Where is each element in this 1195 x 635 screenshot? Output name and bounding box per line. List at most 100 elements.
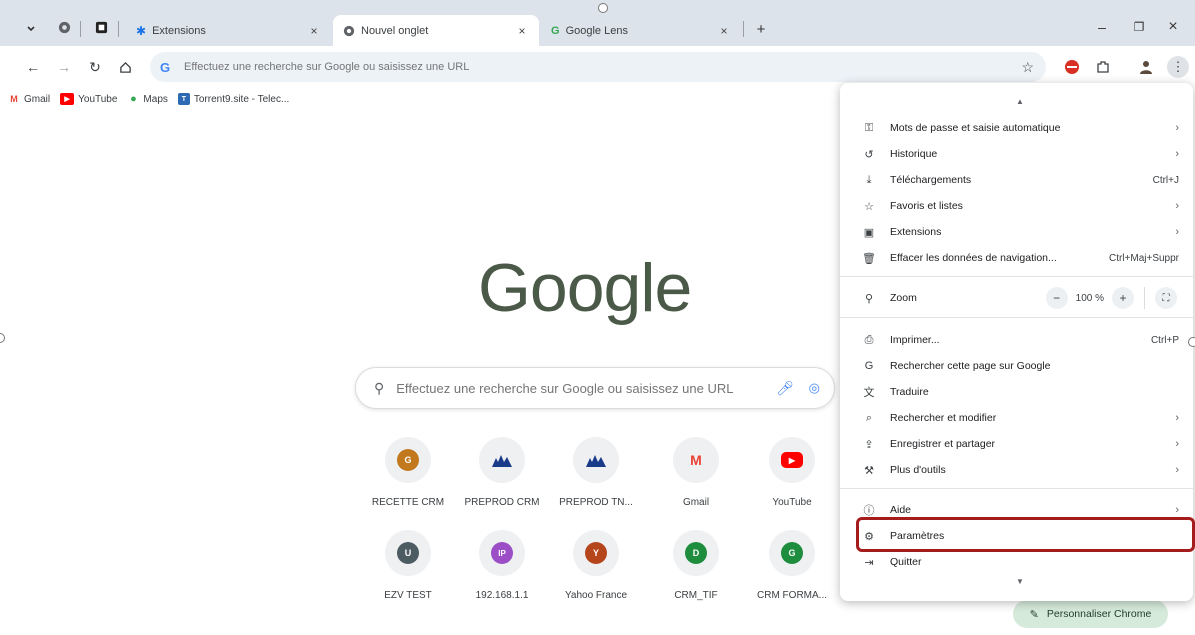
bookmark-torrent9[interactable]: T Torrent9.site - Telec... xyxy=(177,93,289,105)
tab-extensions[interactable]: ✱ Extensions × xyxy=(126,15,331,46)
avatar-icon xyxy=(1140,61,1152,74)
close-icon[interactable]: × xyxy=(307,24,321,38)
menu-item-more-tools[interactable]: ⚒ Plus d'outils › xyxy=(840,457,1193,483)
close-icon[interactable]: × xyxy=(515,24,529,38)
settings-highlight-box xyxy=(856,517,1195,552)
customize-chrome-button[interactable]: ✎ Personnaliser Chrome xyxy=(1013,600,1168,628)
google-logo: Google xyxy=(478,250,692,326)
shortcut-recette-crm[interactable]: G RECETTE CRM xyxy=(363,437,453,508)
menu-item-label: Favoris et listes xyxy=(890,200,963,212)
maximize-button[interactable]: ❐ xyxy=(1124,16,1154,38)
close-window-button[interactable]: × xyxy=(1158,16,1188,38)
shortcut-gmail[interactable]: M Gmail xyxy=(651,437,741,508)
shortcut-crm-tif[interactable]: D CRM_TIF xyxy=(651,530,741,601)
letter-d-icon: D xyxy=(685,542,707,564)
google-lens-icon: G xyxy=(551,24,560,37)
bookmark-youtube[interactable]: ▶ YouTube xyxy=(60,93,117,105)
puzzle-icon xyxy=(1097,61,1109,73)
home-button[interactable] xyxy=(114,56,136,78)
extension-adblock-button[interactable] xyxy=(1061,56,1083,78)
shortcut-icon-circle: IP xyxy=(479,530,525,576)
shortcut-icon-circle xyxy=(479,437,525,483)
shortcut-label: Gmail xyxy=(682,497,710,508)
shortcut-preprod-tn[interactable]: PREPROD TN... xyxy=(551,437,641,508)
menu-item-zoom: ⚲ Zoom − 100 % + ⛶ xyxy=(840,285,1193,311)
menu-item-find-edit[interactable]: ⌕ Rechercher et modifier › xyxy=(840,405,1193,431)
bookmark-star-icon[interactable]: ☆ xyxy=(1021,59,1034,76)
profile-button[interactable] xyxy=(1135,56,1157,78)
menu-item-downloads[interactable]: ⤓ Téléchargements Ctrl+J xyxy=(840,167,1193,193)
arrow-right-icon: → xyxy=(57,59,71,75)
zoom-in-button[interactable]: + xyxy=(1112,287,1134,309)
selection-handle xyxy=(598,3,608,13)
reload-button[interactable]: ↻ xyxy=(84,56,106,78)
home-icon xyxy=(119,61,131,73)
shortcut-youtube[interactable]: ▶ YouTube xyxy=(747,437,837,508)
menu-item-clear-data[interactable]: 🗑︎ Effacer les données de navigation... … xyxy=(840,245,1193,271)
google-search-box[interactable]: ⚲ 🎤︎ ◎ xyxy=(355,367,835,409)
forward-button[interactable]: → xyxy=(53,56,75,78)
menu-item-history[interactable]: ↺ Historique › xyxy=(840,141,1193,167)
zoom-out-button[interactable]: − xyxy=(1045,287,1068,309)
shortcut-yahoo-france[interactable]: Y Yahoo France xyxy=(551,530,641,601)
shortcut-label: Yahoo France xyxy=(564,590,628,601)
menu-item-passwords[interactable]: ⚿ Mots de passe et saisie automatique › xyxy=(840,115,1193,141)
letter-u-icon: U xyxy=(397,542,419,564)
fullscreen-icon: ⛶ xyxy=(1162,292,1170,304)
bookmark-label: Gmail xyxy=(24,93,51,105)
pinned-tab-chrome[interactable] xyxy=(55,18,73,36)
search-input[interactable] xyxy=(396,380,767,396)
shortcut-label: CRM_TIF xyxy=(674,590,718,601)
shortcut-192-168-1-1[interactable]: IP 192.168.1.1 xyxy=(457,530,547,601)
chevron-right-icon: › xyxy=(1175,412,1179,424)
microphone-icon[interactable]: 🎤︎ xyxy=(776,380,794,397)
google-g-icon: G xyxy=(160,59,171,75)
menu-item-extensions[interactable]: ▣ Extensions › xyxy=(840,219,1193,245)
history-icon: ↺ xyxy=(864,148,874,161)
close-icon[interactable]: × xyxy=(717,24,731,38)
letter-y-icon: Y xyxy=(585,542,607,564)
tab-title: Nouvel onglet xyxy=(361,24,429,37)
menu-item-bookmarks[interactable]: ☆ Favoris et listes › xyxy=(840,193,1193,219)
google-lens-icon[interactable]: ◎ xyxy=(809,380,820,396)
chevron-down-icon xyxy=(27,26,35,32)
menu-item-print[interactable]: ⎙ Imprimer... Ctrl+P xyxy=(840,327,1193,353)
maps-pin-icon: ● xyxy=(130,93,137,105)
shortcut-crm-forma[interactable]: G CRM FORMA... xyxy=(747,530,837,601)
chrome-menu-button[interactable]: ⋮ xyxy=(1167,56,1189,78)
new-tab-button[interactable]: + xyxy=(750,19,772,39)
bookmark-maps[interactable]: ● Maps xyxy=(127,93,168,105)
shortcut-preprod-crm[interactable]: PREPROD CRM xyxy=(457,437,547,508)
zoom-separator xyxy=(1144,287,1145,309)
shortcut-ezv-test[interactable]: U EZV TEST xyxy=(363,530,453,601)
url-input[interactable] xyxy=(184,61,964,73)
menu-item-translate[interactable]: 文 Traduire xyxy=(840,379,1193,405)
trash-icon: 🗑︎ xyxy=(862,252,876,265)
shortcut-label: PREPROD TN... xyxy=(559,497,633,508)
extensions-button[interactable] xyxy=(1092,56,1114,78)
tab-new-tab[interactable]: Nouvel onglet × xyxy=(333,15,539,46)
shortcut-icon-circle: Y xyxy=(573,530,619,576)
bookmark-gmail[interactable]: M Gmail xyxy=(8,93,50,105)
menu-item-label: Quitter xyxy=(890,556,922,568)
tab-search-button[interactable] xyxy=(20,19,42,39)
tab-google-lens[interactable]: G Google Lens × xyxy=(541,15,741,46)
address-bar[interactable]: G ☆ xyxy=(150,52,1046,82)
dynamics-chart-icon xyxy=(492,455,512,467)
menu-item-quit[interactable]: ⇥ Quitter xyxy=(840,549,1193,575)
fullscreen-button[interactable]: ⛶ xyxy=(1155,287,1177,309)
shortcut-icon-circle: ▶ xyxy=(769,437,815,483)
chevron-right-icon: › xyxy=(1175,504,1179,516)
chevron-right-icon: › xyxy=(1175,122,1179,134)
menu-item-label: Mots de passe et saisie automatique xyxy=(890,122,1061,134)
customize-label: Personnaliser Chrome xyxy=(1046,608,1152,620)
back-button[interactable]: ← xyxy=(22,56,44,78)
minimize-button[interactable]: – xyxy=(1087,16,1117,38)
bookmark-label: YouTube xyxy=(78,93,118,105)
menu-item-search-page[interactable]: G Rechercher cette page sur Google xyxy=(840,353,1193,379)
pinned-tab-app[interactable] xyxy=(92,18,110,36)
find-page-icon: ⌕ xyxy=(865,411,873,424)
tab-separator xyxy=(80,21,81,37)
magnifier-icon: ⚲ xyxy=(864,292,874,305)
menu-item-save-share[interactable]: ⇪ Enregistrer et partager › xyxy=(840,431,1193,457)
